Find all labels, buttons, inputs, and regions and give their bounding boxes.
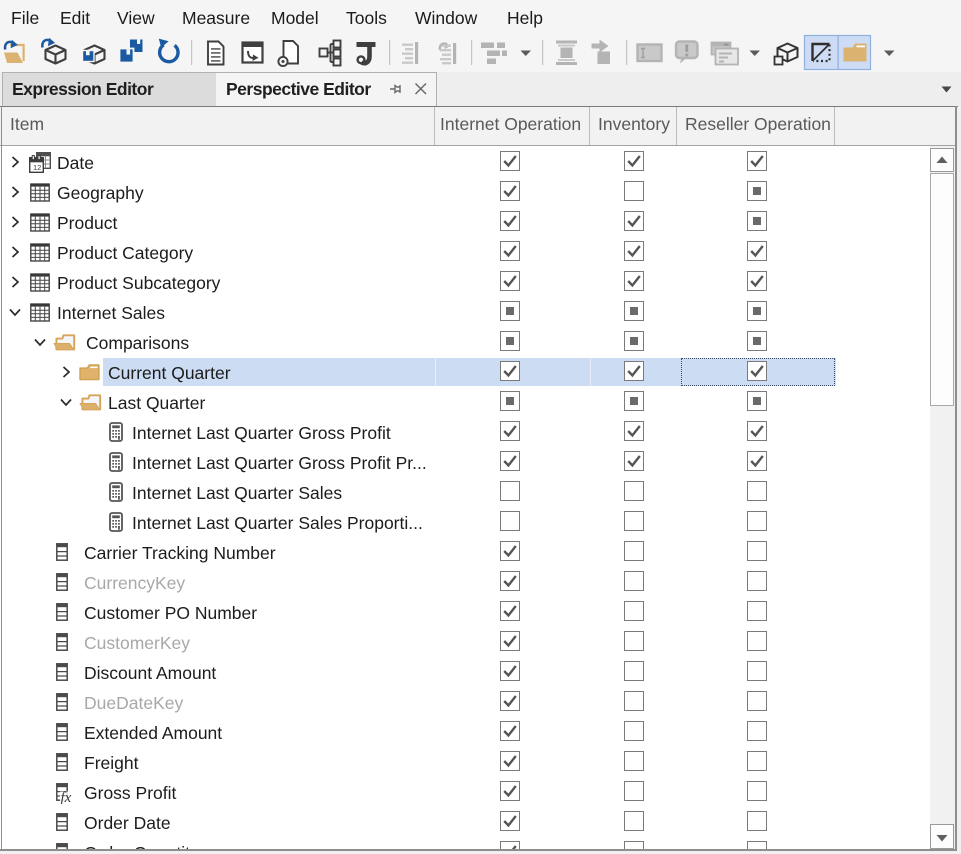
- svg-text:12: 12: [33, 163, 41, 172]
- svg-text:fx: fx: [61, 790, 72, 804]
